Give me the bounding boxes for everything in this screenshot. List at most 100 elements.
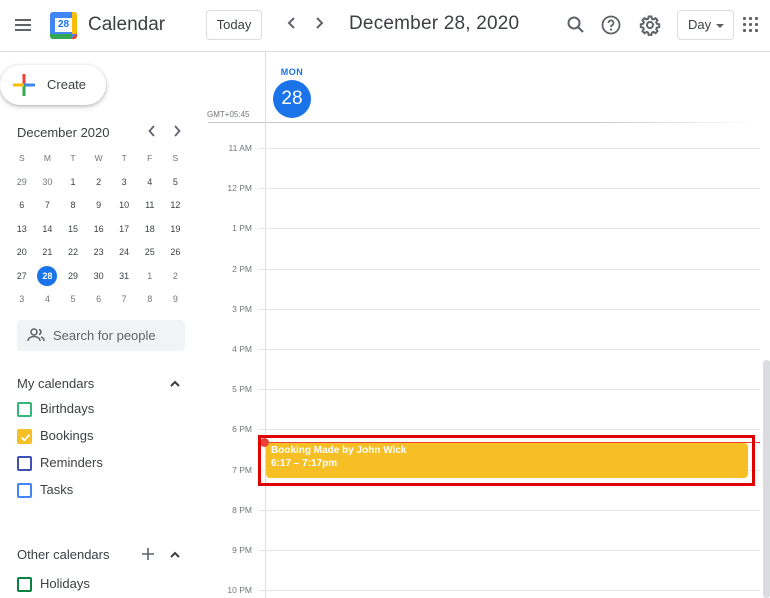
mini-calendar-day[interactable]: 14 (35, 219, 61, 243)
weekday-label: F (147, 153, 153, 163)
mini-calendar-day[interactable]: 29 (60, 266, 86, 290)
mini-calendar-day[interactable]: 4 (137, 172, 163, 196)
current-date-title: December 28, 2020 (349, 13, 520, 34)
mini-calendar-day[interactable]: 15 (60, 219, 86, 243)
mini-calendar-day[interactable]: 7 (35, 195, 61, 219)
logo-green (50, 34, 71, 39)
mini-calendar-day[interactable]: 21 (35, 242, 61, 266)
add-other-calendar-button[interactable] (141, 547, 155, 561)
apps-dot (755, 29, 758, 32)
mini-calendar-day[interactable]: 29 (9, 172, 35, 196)
settings-button[interactable] (638, 13, 662, 37)
calendar-item-holidays[interactable]: Holidays (17, 574, 187, 594)
hour-gridline (258, 148, 760, 149)
mini-calendar-day[interactable]: 7 (111, 289, 137, 313)
mini-calendar-day[interactable]: 4 (35, 289, 61, 313)
calendar-logo-icon[interactable]: 28 (50, 12, 77, 39)
view-selector-dropdown[interactable]: Day (677, 10, 734, 40)
apps-dot (749, 17, 752, 20)
today-button[interactable]: Today (206, 10, 262, 40)
calendar-item-reminders[interactable]: Reminders (17, 453, 187, 473)
mini-calendar-day[interactable]: 9 (86, 195, 112, 219)
day-number: 20 (16, 247, 27, 257)
mini-calendar-day[interactable]: 26 (163, 242, 189, 266)
mini-calendar-day[interactable]: 1 (60, 172, 86, 196)
mini-calendar-day[interactable]: 23 (86, 242, 112, 266)
mini-calendar-day[interactable]: 24 (111, 242, 137, 266)
event-booking[interactable]: Booking Made by John Wick 6:17 – 7:17pm (266, 443, 748, 478)
timezone-label: GMT+05:45 (207, 110, 250, 119)
mini-calendar-day[interactable]: 3 (111, 172, 137, 196)
mini-calendar-day[interactable]: 2 (86, 172, 112, 196)
next-day-button[interactable] (309, 14, 329, 36)
mini-calendar-day[interactable]: 30 (86, 266, 112, 290)
mini-calendar-day[interactable]: 9 (163, 289, 189, 313)
mini-calendar-day[interactable]: 6 (86, 289, 112, 313)
mini-calendar-day[interactable]: 10 (111, 195, 137, 219)
apps-dot (755, 17, 758, 20)
collapse-other-calendars-button[interactable] (168, 548, 182, 562)
mini-calendar-day[interactable]: 5 (163, 172, 189, 196)
chevron-right-icon (316, 17, 324, 29)
day-number-button[interactable]: 28 (273, 80, 311, 118)
calendar-item-bookings[interactable]: Bookings (17, 426, 187, 446)
chevron-left-icon (148, 125, 155, 137)
day-number: 23 (93, 247, 104, 257)
all-day-divider (208, 122, 760, 123)
mini-calendar-day[interactable]: 8 (60, 195, 86, 219)
mini-calendar-day[interactable]: 20 (9, 242, 35, 266)
calendar-item-tasks[interactable]: Tasks (17, 480, 187, 500)
mini-calendar-day[interactable]: 19 (163, 219, 189, 243)
calendar-item-birthdays[interactable]: Birthdays (17, 399, 187, 419)
mini-calendar-day[interactable]: 3 (9, 289, 35, 313)
main-menu-button[interactable] (12, 14, 34, 36)
checkbox[interactable] (17, 402, 32, 417)
calendar-label: Birthdays (40, 401, 95, 416)
mini-calendar-prev-button[interactable] (144, 124, 160, 140)
mini-calendar-day[interactable]: 27 (9, 266, 35, 290)
dropdown-caret-icon (716, 24, 724, 28)
google-apps-button[interactable] (743, 17, 758, 32)
help-button[interactable] (599, 13, 623, 37)
checkbox[interactable] (17, 577, 32, 592)
mini-calendar-day[interactable]: 25 (137, 242, 163, 266)
mini-calendar-day[interactable]: 12 (163, 195, 189, 219)
vertical-scrollbar[interactable] (763, 360, 770, 598)
search-people-input[interactable]: Search for people (17, 320, 185, 351)
hour-label: 2 PM (232, 264, 252, 274)
mini-calendar-grid: S M T W T F S 29 30 1 2 3 4 5 6 7 8 9 10 11 12 13 14 15 16 17 18 19… (9, 148, 189, 313)
previous-day-button[interactable] (282, 14, 302, 36)
search-people-placeholder: Search for people (53, 328, 156, 343)
mini-calendar-day[interactable]: 30 (35, 172, 61, 196)
mini-calendar-day[interactable]: 13 (9, 219, 35, 243)
checkbox[interactable] (17, 483, 32, 498)
hour-label: 8 PM (232, 505, 252, 515)
mini-calendar-day[interactable]: 5 (60, 289, 86, 313)
my-calendars-heading[interactable]: My calendars (17, 376, 94, 391)
day-number: 22 (67, 247, 78, 257)
mini-calendar-day[interactable]: 16 (86, 219, 112, 243)
collapse-my-calendars-button[interactable] (168, 377, 182, 391)
mini-calendar-day[interactable]: 8 (137, 289, 163, 313)
mini-calendar-selected-day[interactable]: 28 (35, 265, 61, 290)
checkbox[interactable] (17, 429, 32, 444)
mini-calendar-day[interactable]: 11 (137, 195, 163, 219)
event-title: Booking Made by John Wick (271, 445, 407, 456)
mini-calendar-day[interactable]: 1 (137, 266, 163, 290)
mini-calendar-day[interactable]: 17 (111, 219, 137, 243)
mini-calendar-day[interactable]: 31 (111, 266, 137, 290)
mini-calendar-day[interactable]: 2 (163, 266, 189, 290)
time-gutter-divider (265, 52, 266, 598)
mini-calendar-day[interactable]: 22 (60, 242, 86, 266)
search-button[interactable] (564, 13, 588, 37)
mini-calendar-day[interactable]: 18 (137, 219, 163, 243)
mini-calendar-next-button[interactable] (169, 124, 185, 140)
mini-calendar-week: 29 30 1 2 3 4 5 (9, 172, 189, 196)
create-button[interactable]: Create (0, 65, 106, 105)
hour-label: 3 PM (232, 304, 252, 314)
mini-calendar-day[interactable]: 6 (9, 195, 35, 219)
other-calendars-heading[interactable]: Other calendars (17, 547, 110, 562)
plus-icon (142, 548, 154, 560)
checkbox[interactable] (17, 456, 32, 471)
app-title[interactable]: Calendar (88, 14, 165, 36)
